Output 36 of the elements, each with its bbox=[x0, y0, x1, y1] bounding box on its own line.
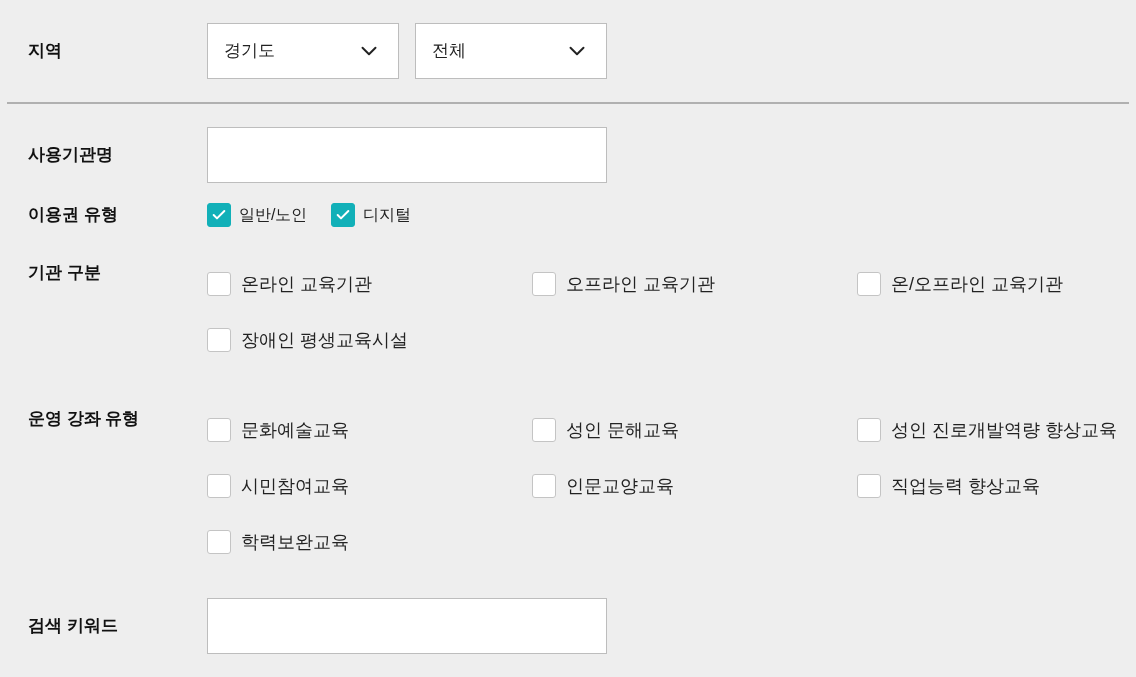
text-input[interactable] bbox=[207, 598, 607, 654]
checkbox[interactable] bbox=[207, 272, 231, 296]
field-label: 운영 강좌 유형 bbox=[28, 408, 141, 430]
checkbox[interactable] bbox=[207, 418, 231, 442]
checkbox[interactable] bbox=[532, 418, 556, 442]
option-label: 문화예술교육 bbox=[241, 418, 349, 442]
field-label: 검색 키워드 bbox=[28, 615, 119, 637]
option-label: 성인 문해교육 bbox=[566, 418, 679, 442]
option-label: 학력보완교육 bbox=[241, 530, 349, 554]
field-label: 이용권 유형 bbox=[28, 204, 119, 226]
checkbox[interactable] bbox=[857, 272, 881, 296]
option-label: 일반/노인 bbox=[239, 205, 308, 225]
checkbox[interactable] bbox=[857, 418, 881, 442]
dropdown-select[interactable]: 전체 bbox=[415, 23, 607, 79]
checkbox[interactable] bbox=[857, 474, 881, 498]
option-label: 온라인 교육기관 bbox=[241, 272, 372, 296]
field-label: 기관 구분 bbox=[28, 262, 102, 284]
dropdown-select[interactable]: 경기도 bbox=[207, 23, 399, 79]
checkbox[interactable] bbox=[207, 328, 231, 352]
option-label: 온/오프라인 교육기관 bbox=[891, 272, 1063, 296]
option-label: 성인 진로개발역량 향상교육 bbox=[891, 418, 1117, 442]
checkbox[interactable] bbox=[331, 203, 356, 227]
checkbox[interactable] bbox=[207, 474, 231, 498]
field-label: 지역 bbox=[28, 40, 63, 62]
text-input[interactable] bbox=[207, 127, 607, 183]
checkbox[interactable] bbox=[207, 530, 231, 554]
checkbox[interactable] bbox=[207, 203, 231, 227]
option-label: 장애인 평생교육시설 bbox=[241, 328, 408, 352]
option-label: 오프라인 교육기관 bbox=[566, 272, 715, 296]
checkbox[interactable] bbox=[532, 474, 556, 498]
option-label: 직업능력 향상교육 bbox=[891, 474, 1040, 498]
checkbox[interactable] bbox=[532, 272, 556, 296]
option-label: 시민참여교육 bbox=[241, 474, 349, 498]
option-label: 인문교양교육 bbox=[566, 474, 674, 498]
option-label: 디지털 bbox=[363, 205, 412, 225]
field-label: 사용기관명 bbox=[28, 144, 114, 166]
